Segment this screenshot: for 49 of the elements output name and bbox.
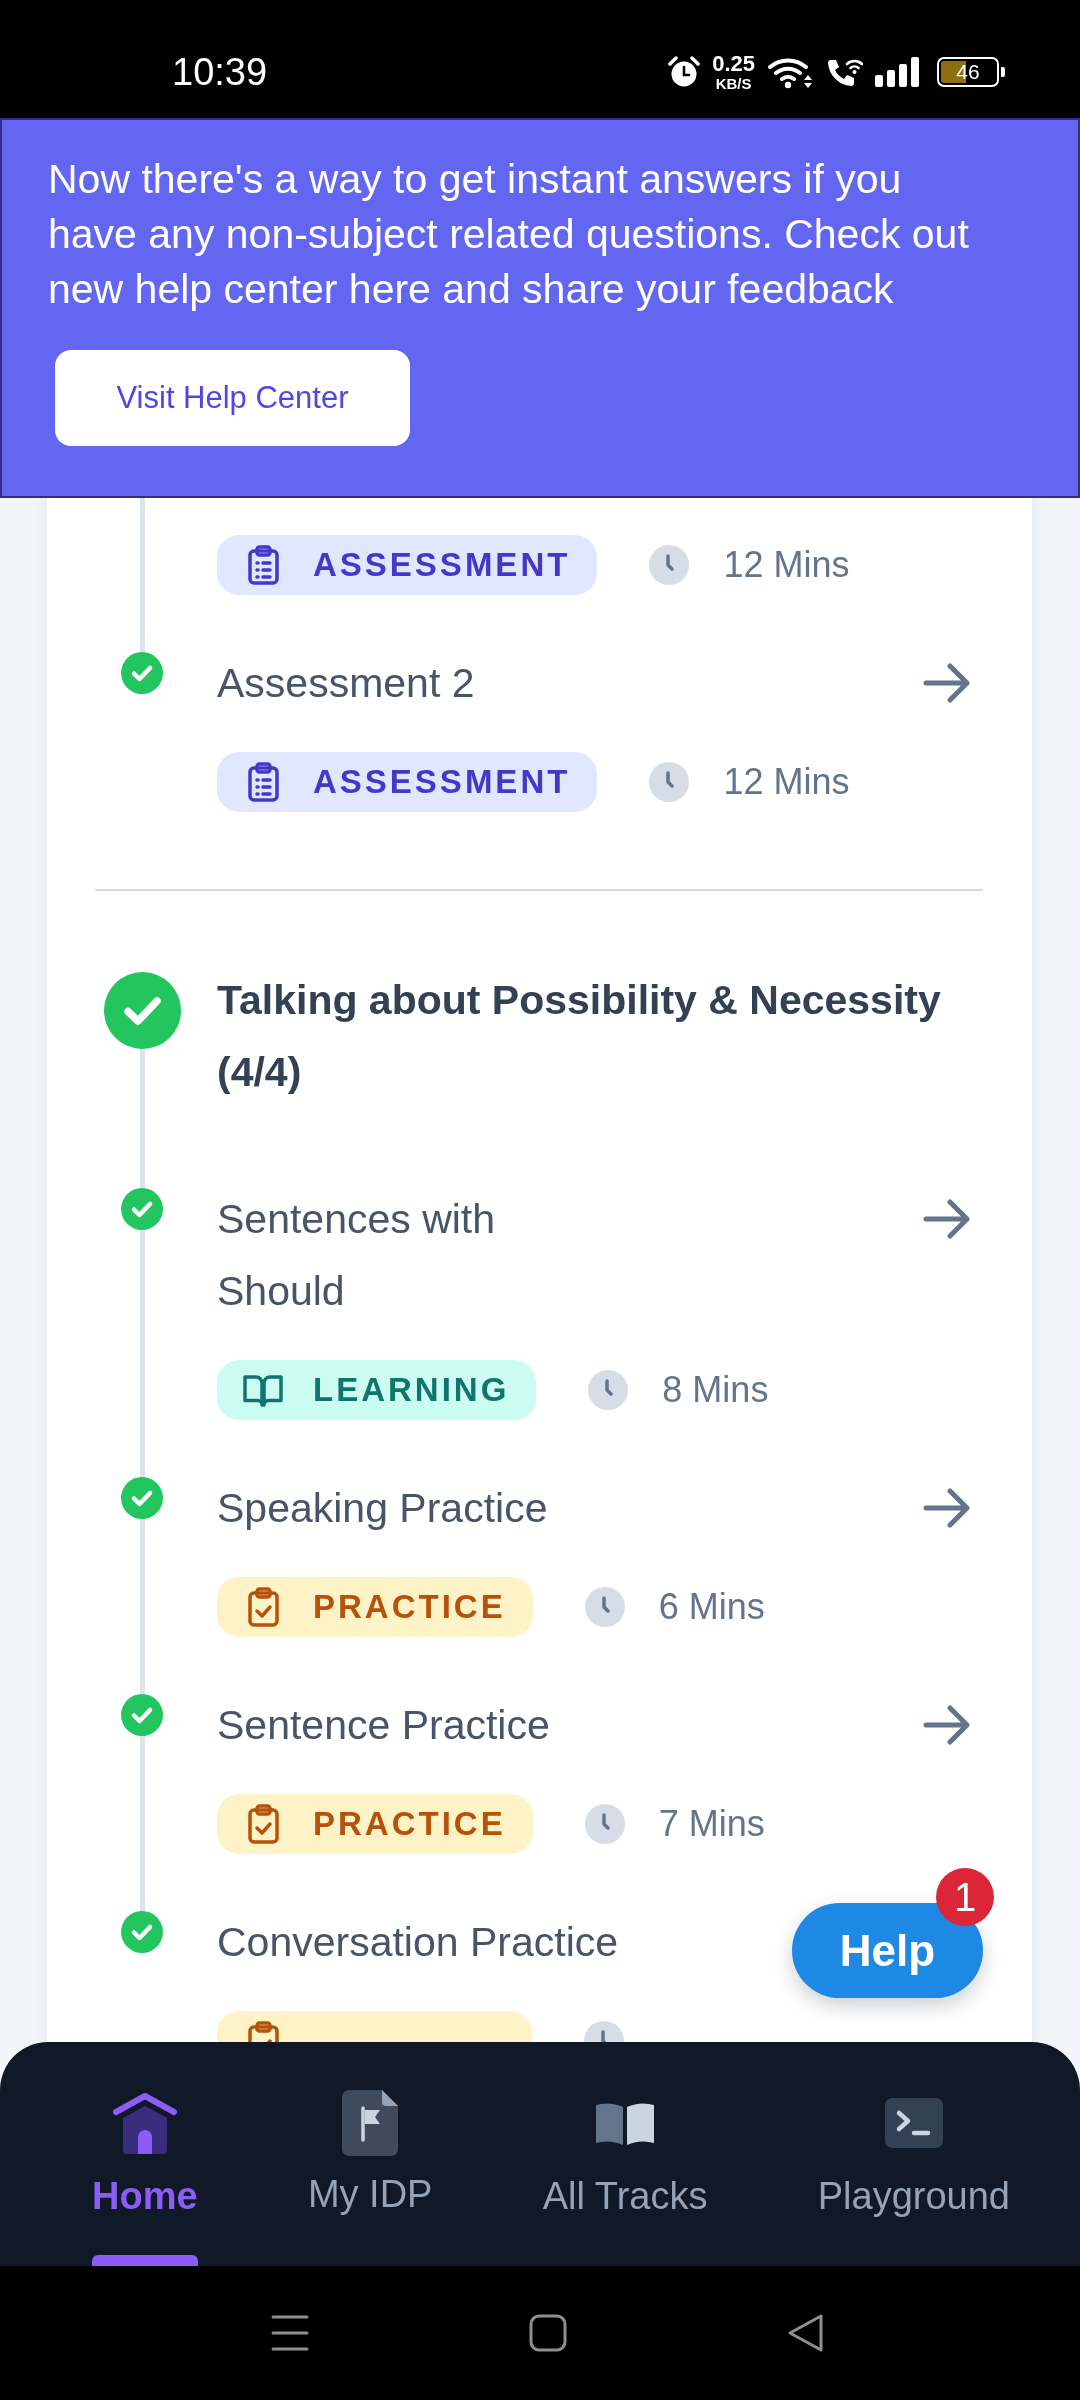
arrow-right-icon[interactable]: [923, 1488, 971, 1528]
lesson-title: Conversation Practice: [217, 1918, 619, 1967]
section-title: Talking about Possibility & Necessity (4/4): [217, 976, 942, 1097]
tag-label: PRACTICE: [313, 1805, 506, 1843]
lesson-title: Speaking Practice: [217, 1484, 548, 1533]
tag-label: LEARNING: [313, 1371, 510, 1409]
wifi-icon: [767, 55, 813, 89]
nav-tab[interactable]: Playground: [794, 2042, 1033, 2266]
arrow-right-icon[interactable]: [923, 1705, 971, 1745]
tag-label: ASSESSMENT: [313, 763, 571, 801]
clipboard-list-icon: [247, 762, 280, 802]
lesson-title: Assessment 2: [217, 659, 475, 708]
tag-label: ASSESSMENT: [313, 546, 571, 584]
nav-tab[interactable]: My IDP: [284, 2042, 456, 2266]
terminal-icon: [884, 2098, 943, 2148]
open-book-icon: [594, 2101, 657, 2145]
duration-text: 12 Mins: [723, 544, 850, 586]
house-icon: [111, 2092, 178, 2154]
nav-tab[interactable]: All Tracks: [519, 2042, 731, 2266]
square-icon[interactable]: [529, 2314, 567, 2352]
signal-icon: [875, 57, 921, 87]
menu-icon[interactable]: [271, 2315, 309, 2351]
alarm-clock-icon: [668, 56, 701, 88]
duration-text: 6 Mins: [658, 1586, 765, 1628]
clock-icon: [649, 762, 690, 802]
lesson-title: Sentences with Should: [217, 1195, 497, 1316]
lesson-title: Sentence Practice: [217, 1701, 550, 1750]
arrow-right-icon[interactable]: [923, 1199, 971, 1239]
arrow-right-icon[interactable]: [923, 663, 971, 703]
duration-text: 12 Mins: [723, 761, 850, 803]
network-speed-unit: KB/S: [715, 76, 752, 91]
clock-icon: [584, 1804, 625, 1844]
back-icon[interactable]: [787, 2314, 823, 2352]
tag-label: PRACTICE: [313, 1588, 506, 1626]
open-book-icon: [243, 1373, 283, 1407]
nav-tab[interactable]: Home: [69, 2042, 221, 2266]
document-flag-icon: [342, 2090, 399, 2156]
clock-time: 10:39: [172, 50, 268, 94]
duration-text: 7 Mins: [658, 1803, 765, 1845]
help-center-button[interactable]: Visit Help Center: [55, 350, 410, 446]
network-speed-value: 0.25: [712, 53, 755, 75]
clock-icon: [584, 1587, 625, 1627]
clipboard-list-icon: [247, 545, 280, 585]
clipboard-check-icon: [247, 1804, 280, 1844]
clipboard-check-icon: [247, 1587, 280, 1627]
clock-icon: [588, 1370, 629, 1410]
banner-message: Now there's a way to get instant answers if you have any non-subject related questions. Check out new help center here and share your feedback: [48, 155, 970, 314]
clock-icon: [649, 545, 690, 585]
duration-text: 8 Mins: [662, 1369, 769, 1411]
